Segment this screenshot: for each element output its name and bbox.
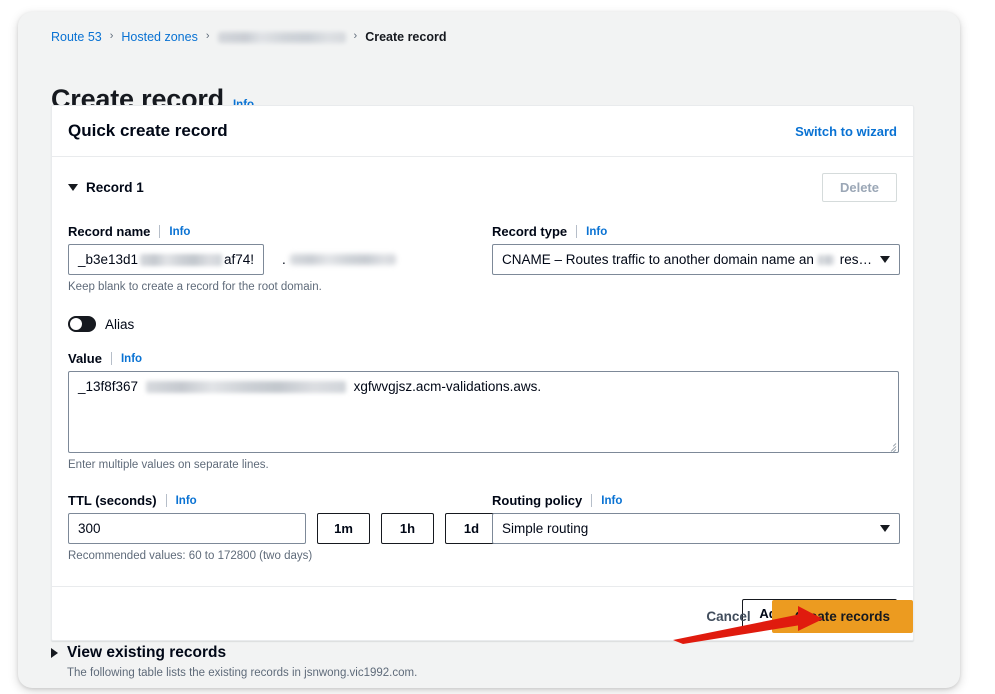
- record-type-info-link[interactable]: Info: [586, 226, 607, 238]
- label-divider: [591, 494, 593, 507]
- ttl-preset-1d-button[interactable]: 1d: [445, 513, 498, 544]
- record-type-select[interactable]: CNAME – Routes traffic to another domain…: [492, 244, 900, 275]
- view-existing-records-section: View existing records The following tabl…: [51, 644, 417, 679]
- textarea-resize-handle[interactable]: [886, 440, 897, 452]
- view-existing-records-title: View existing records: [67, 644, 227, 661]
- view-existing-records-description: The following table lists the existing r…: [67, 667, 418, 679]
- breadcrumb-separator-icon: ›: [353, 30, 358, 42]
- record-name-value-redacted: [140, 253, 222, 266]
- cancel-button[interactable]: Cancel: [706, 609, 750, 624]
- delete-record-button[interactable]: Delete: [821, 173, 897, 202]
- record-name-value-prefix: _b3e13d1: [78, 252, 139, 267]
- ttl-info-link[interactable]: Info: [176, 495, 197, 507]
- breadcrumb-item-create-record: Create record: [365, 30, 447, 44]
- view-existing-records-header[interactable]: View existing records: [51, 644, 417, 662]
- value-text-prefix: _13f8f367: [78, 379, 139, 394]
- routing-policy-value: Simple routing: [502, 521, 589, 536]
- record-name-input-row: _b3e13d1 af74! .: [68, 244, 492, 275]
- alias-toggle[interactable]: [68, 316, 96, 332]
- record-header-left[interactable]: Record 1: [68, 180, 144, 195]
- record-name-label-row: Record name Info: [68, 224, 492, 239]
- screenshot-root: Route 53 › Hosted zones › › Create recor…: [0, 0, 995, 694]
- routing-policy-select[interactable]: Simple routing: [492, 513, 900, 544]
- value-info-link[interactable]: Info: [121, 353, 142, 365]
- breadcrumb-item-route53[interactable]: Route 53: [51, 29, 102, 45]
- chevron-down-icon[interactable]: [880, 525, 890, 532]
- domain-name-redacted: [289, 254, 396, 265]
- expand-triangle-right-icon[interactable]: [51, 648, 58, 658]
- label-divider: [110, 352, 112, 365]
- ttl-preset-1m-button[interactable]: 1m: [317, 513, 370, 544]
- name-type-row: Record name Info _b3e13d1 af74! . Keep b…: [68, 224, 900, 295]
- value-hint: Enter multiple values on separate lines.: [68, 459, 269, 471]
- record-name-input[interactable]: _b3e13d1 af74!: [68, 244, 264, 275]
- value-text-redacted: [145, 381, 346, 394]
- quick-create-record-panel: Quick create record Switch to wizard Rec…: [51, 105, 914, 641]
- alias-label: Alias: [105, 316, 135, 332]
- panel-title: Quick create record: [68, 121, 228, 140]
- record-type-label-row: Record type Info: [492, 224, 900, 239]
- ttl-label-row: TTL (seconds) Info: [68, 493, 492, 508]
- record-name-label: Record name: [68, 224, 151, 239]
- ttl-routing-row: TTL (seconds) Info 300 1m 1h 1d Recommen…: [68, 493, 900, 564]
- label-divider: [159, 225, 161, 238]
- value-label-row: Value Info: [68, 351, 897, 366]
- routing-policy-label-row: Routing policy Info: [492, 493, 900, 508]
- value-label: Value: [68, 351, 102, 366]
- record-type-field: Record type Info CNAME – Routes traffic …: [492, 224, 900, 295]
- record-name-value-suffix: af74!: [223, 252, 254, 267]
- value-textarea[interactable]: _13f8f367 xgfwvgjsz.acm-validations.aws.: [68, 371, 899, 453]
- breadcrumb-separator-icon: ›: [109, 30, 114, 42]
- console-page-card: Route 53 › Hosted zones › › Create recor…: [18, 12, 960, 688]
- record-type-value-tail: res…: [839, 252, 872, 267]
- routing-policy-label: Routing policy: [492, 493, 583, 508]
- panel-header: Quick create record Switch to wizard: [52, 106, 913, 157]
- routing-policy-info-link[interactable]: Info: [601, 495, 622, 507]
- record-name-hint: Keep blank to create a record for the ro…: [68, 281, 322, 293]
- record-type-value-redacted: [817, 254, 834, 265]
- ttl-field: TTL (seconds) Info 300 1m 1h 1d Recommen…: [68, 493, 498, 564]
- breadcrumb: Route 53 › Hosted zones › › Create recor…: [51, 29, 446, 45]
- value-text-suffix: xgfwvgjsz.acm-validations.aws.: [353, 379, 542, 394]
- routing-policy-field: Routing policy Info Simple routing: [492, 493, 900, 564]
- label-divider: [165, 494, 167, 507]
- switch-to-wizard-link[interactable]: Switch to wizard: [795, 124, 897, 139]
- ttl-label: TTL (seconds): [68, 493, 157, 508]
- chevron-down-icon[interactable]: [880, 256, 890, 263]
- ttl-hint: Recommended values: 60 to 172800 (two da…: [68, 550, 313, 562]
- record-form: Record 1 Delete Record name Info _b3e13d…: [52, 157, 913, 586]
- label-divider: [576, 225, 578, 238]
- form-actions: Cancel Create records: [706, 600, 913, 633]
- breadcrumb-separator-icon: ›: [205, 30, 210, 42]
- create-records-button[interactable]: Create records: [771, 600, 913, 633]
- record-type-label: Record type: [492, 224, 568, 239]
- record-type-value: CNAME – Routes traffic to another domain…: [502, 252, 814, 267]
- alias-toggle-knob: [70, 318, 82, 330]
- breadcrumb-item-hosted-zones[interactable]: Hosted zones: [121, 29, 197, 45]
- ttl-input-row: 300 1m 1h 1d: [68, 513, 498, 544]
- breadcrumb-item-zone-redacted[interactable]: [217, 31, 346, 43]
- collapse-triangle-down-icon[interactable]: [68, 184, 78, 191]
- alias-toggle-row[interactable]: Alias: [68, 316, 897, 332]
- record-header-row: Record 1 Delete: [68, 173, 897, 202]
- ttl-preset-1h-button[interactable]: 1h: [381, 513, 434, 544]
- record-name-info-link[interactable]: Info: [169, 226, 190, 238]
- value-field: Value Info _13f8f367 xgfwvgjsz.acm-valid…: [68, 351, 899, 473]
- ttl-input[interactable]: 300: [68, 513, 306, 544]
- record-name-domain-suffix: .: [282, 252, 396, 267]
- record-name-field: Record name Info _b3e13d1 af74! . Keep b…: [68, 224, 492, 295]
- record-label: Record 1: [86, 180, 144, 195]
- domain-dot: .: [282, 252, 286, 267]
